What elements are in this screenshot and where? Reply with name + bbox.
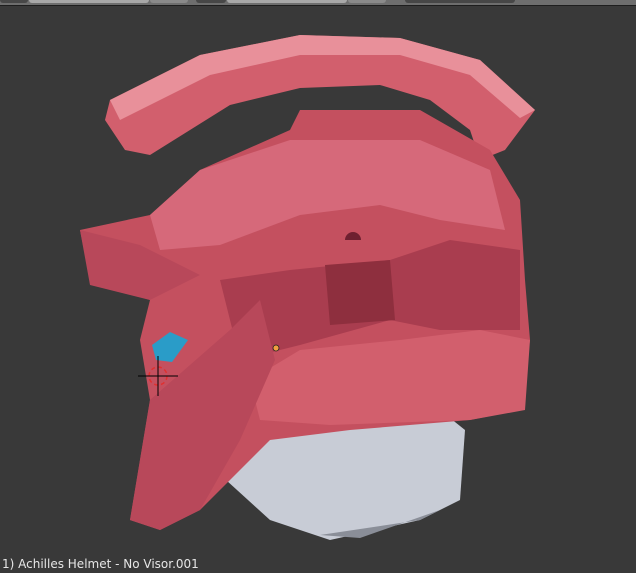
header-field[interactable] xyxy=(29,0,149,3)
object-origin-icon xyxy=(272,344,280,352)
header-button[interactable] xyxy=(0,0,28,3)
helmet-model xyxy=(80,35,535,540)
header-button[interactable] xyxy=(348,0,386,3)
header-button[interactable] xyxy=(196,0,226,3)
header-dropdown[interactable] xyxy=(405,0,515,3)
header-button[interactable] xyxy=(150,0,188,3)
object-name-label: 1) Achilles Helmet - No Visor.001 xyxy=(2,557,199,571)
header-field[interactable] xyxy=(227,0,347,3)
3d-viewport[interactable]: 1) Achilles Helmet - No Visor.001 xyxy=(0,6,636,573)
